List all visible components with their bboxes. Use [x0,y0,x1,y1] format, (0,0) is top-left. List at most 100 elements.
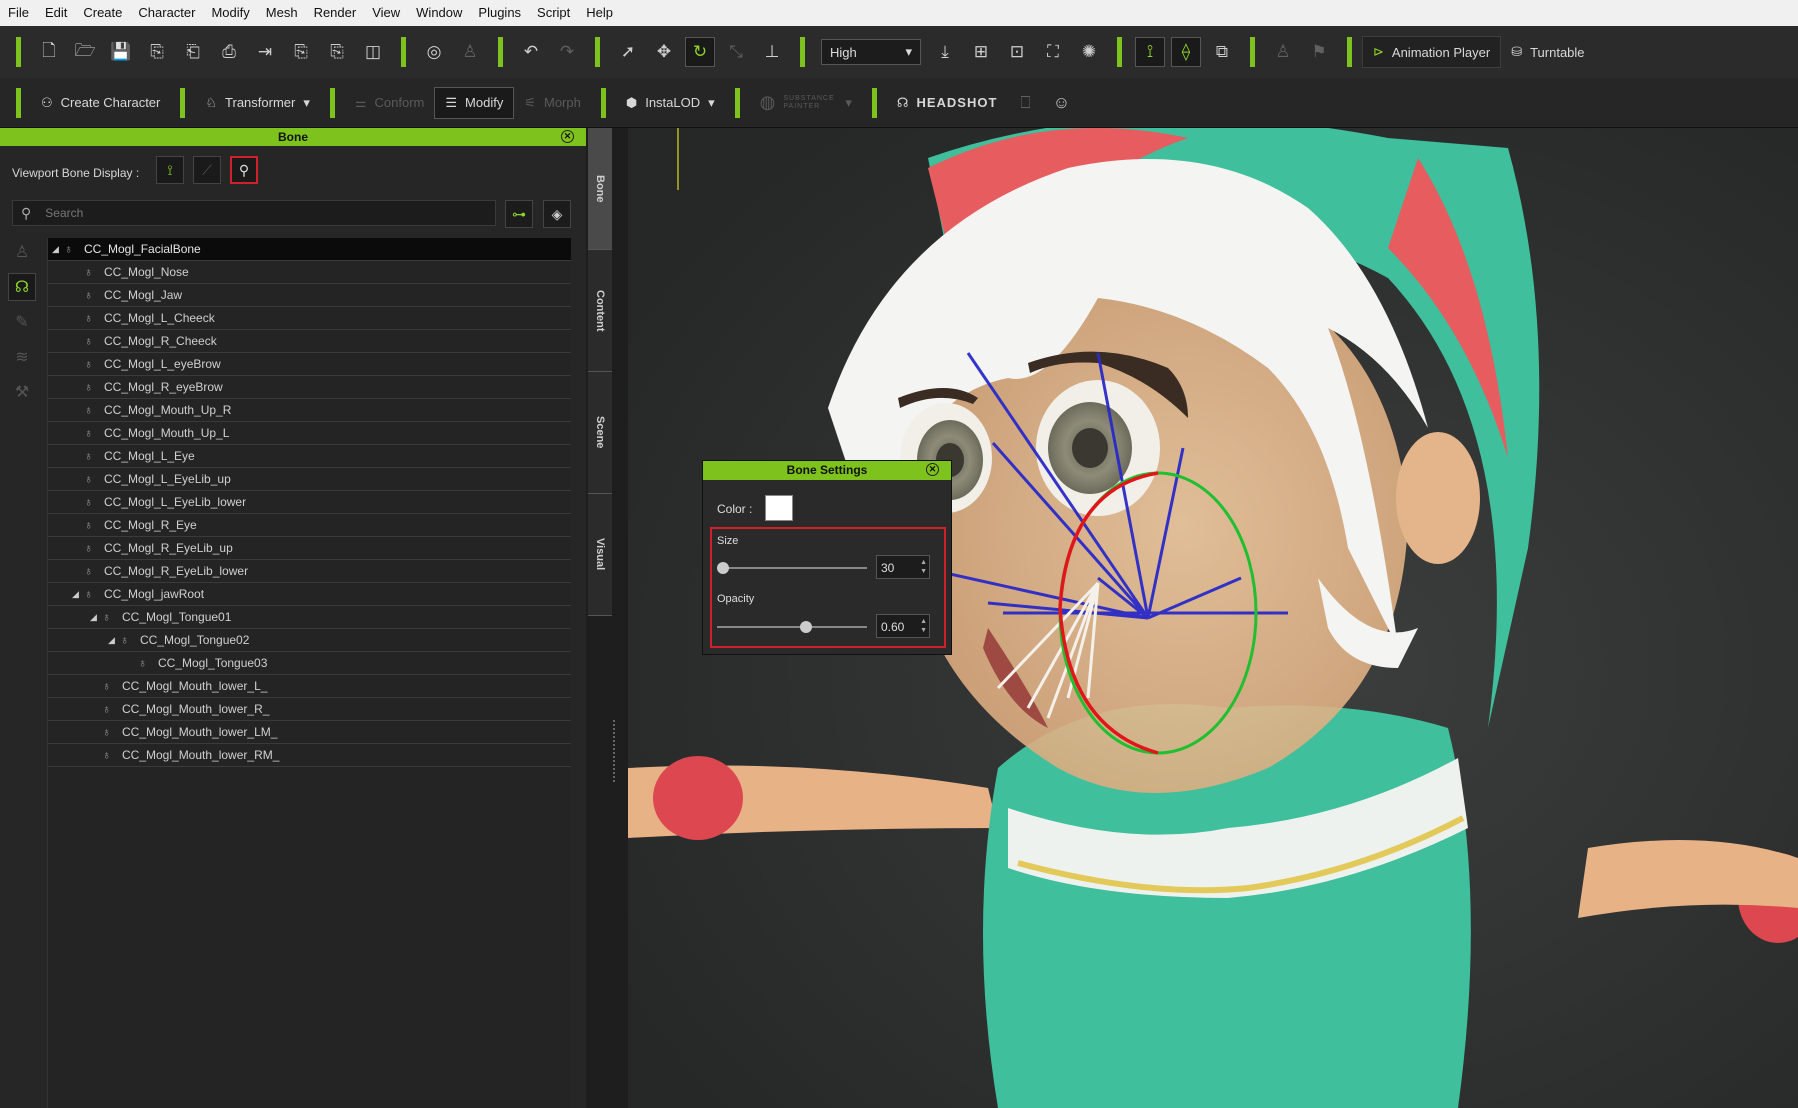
transformer-button[interactable]: ♘ Transformer ▾ [195,87,320,119]
light-icon[interactable]: ✺ [1074,37,1104,67]
size-slider[interactable] [717,562,867,574]
menu-item[interactable]: Mesh [258,0,306,26]
substance-painter-button[interactable]: ◍ SUBSTANCE PAINTER ▾ [750,87,862,119]
size-slider-knob[interactable] [717,562,729,574]
bone-display-settings-icon[interactable]: ⚲ [230,156,258,184]
pose-icon[interactable]: ♙ [455,37,485,67]
bone-tree-row[interactable]: ♁ CC_Mogl_Jaw [48,284,571,307]
splitter-grip[interactable] [613,720,617,782]
bone-tree-row[interactable]: ◢ ♁ CC_Mogl_Tongue01 [48,606,571,629]
create-character-button[interactable]: ⚇ Create Character [31,87,170,119]
menu-item[interactable]: Edit [37,0,75,26]
headshot-settings-icon[interactable]: ⎕ [1010,88,1040,118]
expand-arrow-icon[interactable]: ◢ [90,612,102,623]
bone-tree-row[interactable]: ♁ CC_Mogl_Mouth_Up_L [48,422,571,445]
flag-icon[interactable]: ⚑ [1304,37,1334,67]
facial-bone-icon[interactable]: ☊ [8,273,36,301]
bone-tree-row[interactable]: ♁ CC_Mogl_Mouth_lower_R_ [48,698,571,721]
menu-item[interactable]: View [364,0,408,26]
rotate-icon[interactable]: ↻ [685,37,715,67]
save-icon[interactable]: 💾 [106,37,136,67]
bone-edit-icon[interactable]: ⟠ [1171,37,1201,67]
menu-item[interactable]: Help [578,0,621,26]
scale-icon[interactable]: ⤡ [721,37,751,67]
layers-icon[interactable]: ◈ [543,200,571,228]
hierarchy-icon[interactable]: ⊶ [505,200,533,228]
redo-icon[interactable]: ↷ [552,37,582,67]
figure-icon[interactable]: ♙ [1268,37,1298,67]
cubes-icon[interactable]: ⧉ [1207,37,1237,67]
opacity-slider[interactable] [717,621,867,633]
close-icon[interactable]: ✕ [926,463,939,476]
bone-display-icon[interactable]: ⟟ [1135,37,1165,67]
side-tab[interactable]: Bone [588,128,612,250]
undo-icon[interactable]: ↶ [516,37,546,67]
menu-item[interactable]: Window [408,0,470,26]
bone-tree-row[interactable]: ♁ CC_Mogl_Mouth_lower_LM_ [48,721,571,744]
conform-button[interactable]: ⚌ Conform [345,87,435,119]
frame-icon[interactable]: ⊞ [966,37,996,67]
instalod-button[interactable]: ⬢ InstaLOD ▾ [616,87,725,119]
side-tab[interactable]: Visual [588,494,612,616]
bone-tree-row[interactable]: ♁ CC_Mogl_Tongue03 [48,652,571,675]
face-icon[interactable]: ☺ [1046,88,1076,118]
search-field[interactable]: ⚲ Search [12,200,496,226]
bone-tree-row[interactable]: ♁ CC_Mogl_R_Eye [48,514,571,537]
camera-icon[interactable]: ⊡ [1002,37,1032,67]
export-icon[interactable]: ⇥ [250,37,280,67]
modify-button[interactable]: ☰ Modify [434,86,515,119]
bone-tree-row[interactable]: ♁ CC_Mogl_Mouth_lower_L_ [48,675,571,698]
bone-display-hidden-icon[interactable]: ⟋ [193,156,221,184]
morph-button[interactable]: ⚟ Morph [514,87,591,119]
size-input[interactable]: 30 ▲ ▼ [876,555,930,579]
menu-item[interactable]: File [0,0,37,26]
bone-tree-row[interactable]: ♁ CC_Mogl_L_Eye [48,445,571,468]
import-ic-icon[interactable]: ⎗ [178,37,208,67]
export-obj-icon[interactable]: ⎘ [286,37,316,67]
turntable-button[interactable]: ⛁ Turntable [1501,36,1594,68]
download-icon[interactable]: ⤓ [930,37,960,67]
animation-player-button[interactable]: ⊳ Animation Player [1362,36,1502,68]
menu-item[interactable]: Render [306,0,365,26]
spinner-icon[interactable]: ▲ ▼ [920,558,927,576]
bone-tree-row[interactable]: ♁ CC_Mogl_L_eyeBrow [48,353,571,376]
side-tab[interactable]: Content [588,250,612,372]
bone-tree-row[interactable]: ♁ CC_Mogl_R_eyeBrow [48,376,571,399]
menu-item[interactable]: Character [130,0,203,26]
search-input[interactable]: Search [45,206,83,220]
quality-dropdown[interactable]: High ▾ [821,39,921,65]
hair-icon[interactable]: ≋ [8,343,36,371]
bone-tree-row[interactable]: ♁ CC_Mogl_R_EyeLib_up [48,537,571,560]
fit-view-icon[interactable]: ⛶ [1038,37,1068,67]
expand-arrow-icon[interactable]: ◢ [52,244,64,255]
bone-tree-row[interactable]: ♁ CC_Mogl_Mouth_Up_R [48,399,571,422]
bone-tree-row[interactable]: ♁ CC_Mogl_Mouth_lower_RM_ [48,744,571,767]
bone-tree-row[interactable]: ♁ CC_Mogl_R_EyeLib_lower [48,560,571,583]
expand-arrow-icon[interactable]: ◢ [108,635,120,646]
side-tab[interactable]: Scene [588,372,612,494]
bone-tree-row[interactable]: ♁ CC_Mogl_L_EyeLib_lower [48,491,571,514]
bone-tree-row[interactable]: ♁ CC_Mogl_Nose [48,261,571,284]
close-icon[interactable]: ✕ [561,130,574,143]
accessory-icon[interactable]: ⚒ [8,378,36,406]
brush-icon[interactable]: ✎ [8,308,36,336]
import-icon[interactable]: ⎘ [142,37,172,67]
bone-tree-row[interactable]: ◢ ♁ CC_Mogl_Tongue02 [48,629,571,652]
opacity-input[interactable]: 0.60 ▲ ▼ [876,614,930,638]
import-usd-icon[interactable]: ⎙ [214,37,244,67]
menu-item[interactable]: Script [529,0,578,26]
menu-item[interactable]: Create [75,0,130,26]
bone-tree-row[interactable]: ♁ CC_Mogl_L_EyeLib_up [48,468,571,491]
opacity-slider-knob[interactable] [799,621,812,633]
render-icon[interactable]: ◫ [358,37,388,67]
headshot-button[interactable]: ☊ HEADSHOT [887,87,1008,119]
bone-tree-row[interactable]: ♁ CC_Mogl_L_Cheeck [48,307,571,330]
expand-arrow-icon[interactable]: ◢ [72,589,84,600]
bone-display-default-icon[interactable]: ⟟ [156,156,184,184]
export-fbx-icon[interactable]: ⎘ [322,37,352,67]
spinner-icon[interactable]: ▲ ▼ [920,617,927,635]
bone-tree-row[interactable]: ◢ ♁ CC_Mogl_FacialBone [48,238,571,261]
body-bone-icon[interactable]: ♙ [8,238,36,266]
sphere-icon[interactable]: ◎ [419,37,449,67]
pivot-icon[interactable]: ⊥ [757,37,787,67]
